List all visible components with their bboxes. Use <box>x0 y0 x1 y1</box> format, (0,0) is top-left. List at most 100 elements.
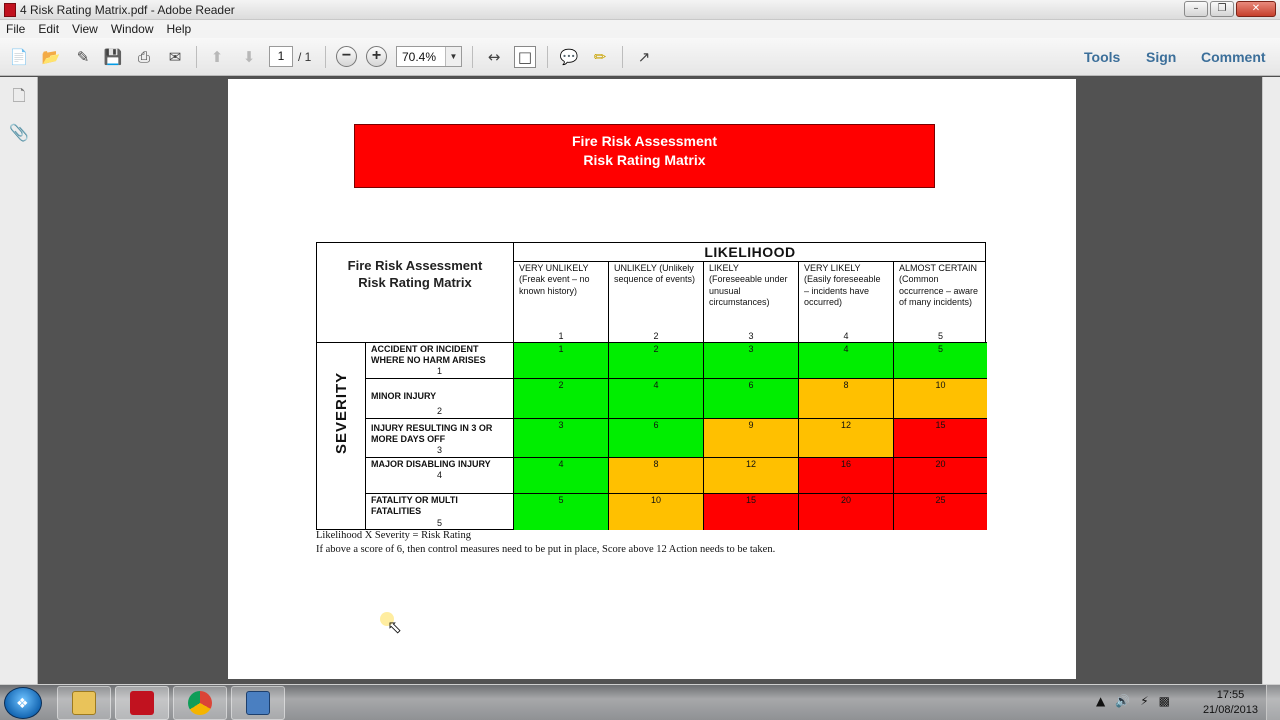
sticky-note-icon[interactable]: 💬 <box>558 46 580 68</box>
page-total: / 1 <box>298 50 312 64</box>
next-page-icon[interactable]: ⬇ <box>238 46 260 68</box>
navigation-pane: 🗋 📎 <box>0 77 38 684</box>
rating-cell: 20 <box>894 458 987 494</box>
page-number-input[interactable]: 1 <box>269 46 293 67</box>
menu-file[interactable]: File <box>6 22 25 36</box>
window-controls: – ❐ ✕ <box>1184 1 1276 17</box>
severity-num: 4 <box>436 470 442 480</box>
acrobat-icon <box>130 691 154 715</box>
adobe-reader-icon <box>4 3 16 17</box>
clock-date: 21/08/2013 <box>1202 704 1258 716</box>
fit-width-icon[interactable]: ↔ <box>483 46 505 68</box>
severity-num: 2 <box>436 406 442 416</box>
likelihood-label: UNLIKELY (Unlikely sequence of events) <box>614 263 696 285</box>
menu-bar: File Edit View Window Help <box>0 20 1280 38</box>
zoom-select[interactable]: 70.4% ▼ <box>396 46 462 67</box>
fit-page-icon[interactable]: □ <box>514 46 536 68</box>
likelihood-col-1: VERY UNLIKELY (Freak event – no known hi… <box>514 262 609 343</box>
menu-view[interactable]: View <box>72 22 98 36</box>
highlight-icon[interactable]: ✏ <box>589 46 611 68</box>
toolbar-separator <box>622 46 623 68</box>
sign-tab[interactable]: Sign <box>1146 49 1176 65</box>
rating-cell: 4 <box>609 379 704 419</box>
power-icon[interactable]: ⚡ <box>1140 694 1148 708</box>
start-button[interactable]: ❖ <box>4 687 42 719</box>
corner-line-1: Fire Risk Assessment <box>347 258 483 273</box>
minimize-button[interactable]: – <box>1184 1 1208 17</box>
taskbar-video-editor[interactable] <box>231 686 285 720</box>
rating-cell: 5 <box>894 343 987 379</box>
taskbar-explorer[interactable] <box>57 686 111 720</box>
likelihood-col-3: LIKELY (Foreseeable under unusual circum… <box>704 262 799 343</box>
severity-label: MINOR INJURY <box>371 391 437 401</box>
risk-matrix: Fire Risk Assessment Risk Rating Matrix … <box>316 242 987 530</box>
footnote-guidance: If above a score of 6, then control meas… <box>316 544 776 555</box>
toolbar-separator <box>325 46 326 68</box>
attachments-icon[interactable]: 📎 <box>9 123 29 145</box>
folder-icon <box>72 691 96 715</box>
vertical-scrollbar[interactable] <box>1262 77 1280 684</box>
show-desktop-button[interactable] <box>1266 685 1280 720</box>
menu-window[interactable]: Window <box>111 22 154 36</box>
likelihood-col-4: VERY LIKELY (Easily foreseeable – incide… <box>799 262 894 343</box>
menu-edit[interactable]: Edit <box>38 22 59 36</box>
volume-icon[interactable]: 🔊 <box>1115 694 1130 708</box>
film-icon <box>246 691 270 715</box>
likelihood-label: LIKELY (Foreseeable under unusual circum… <box>709 263 788 308</box>
taskbar-adobe-reader[interactable] <box>115 686 169 720</box>
rating-cell: 12 <box>704 458 799 494</box>
rating-cell: 16 <box>799 458 894 494</box>
footnote-formula: Likelihood X Severity = Risk Rating <box>316 530 471 541</box>
severity-header: SEVERITY <box>333 371 350 454</box>
likelihood-col-2: UNLIKELY (Unlikely sequence of events) 2 <box>609 262 704 343</box>
rating-cell: 9 <box>704 419 799 458</box>
rating-cell: 4 <box>514 458 609 494</box>
severity-row-2: MINOR INJURY 2 <box>366 379 514 419</box>
zoom-out-button[interactable]: − <box>336 46 357 67</box>
full-screen-icon[interactable]: ↗ <box>633 46 655 68</box>
taskbar: ❖ ▲ 🔊 ⚡ ▩ 17:55 21/08/2013 <box>0 684 1280 720</box>
pdf-page: Fire Risk Assessment Risk Rating Matrix … <box>228 79 1076 679</box>
rating-cell: 12 <box>799 419 894 458</box>
toolbar-separator <box>472 46 473 68</box>
likelihood-label: VERY LIKELY (Easily foreseeable – incide… <box>804 263 881 308</box>
zoom-in-button[interactable]: + <box>366 46 387 67</box>
email-icon[interactable]: ✉ <box>164 46 186 68</box>
save-icon[interactable]: 💾 <box>102 46 124 68</box>
severity-column: SEVERITY <box>317 343 366 530</box>
taskbar-chrome[interactable] <box>173 686 227 720</box>
network-icon[interactable]: ▩ <box>1159 694 1170 708</box>
menu-help[interactable]: Help <box>167 22 192 36</box>
severity-label: FATALITY OR MULTI FATALITIES <box>371 495 458 516</box>
comment-tab[interactable]: Comment <box>1201 49 1266 65</box>
create-pdf-icon[interactable]: 📄 <box>8 46 30 68</box>
edit-icon[interactable]: ✎ <box>72 46 94 68</box>
tools-tab[interactable]: Tools <box>1084 49 1120 65</box>
severity-row-5: FATALITY OR MULTI FATALITIES 5 <box>366 494 514 530</box>
rating-cell: 8 <box>609 458 704 494</box>
clock[interactable]: 17:55 21/08/2013 <box>1203 688 1258 718</box>
print-icon[interactable]: ⎙ <box>133 46 155 68</box>
severity-num: 1 <box>436 366 442 376</box>
corner-line-2: Risk Rating Matrix <box>358 275 472 290</box>
window-title: 4 Risk Rating Matrix.pdf - Adobe Reader <box>20 3 235 17</box>
severity-row-4: MAJOR DISABLING INJURY 4 <box>366 458 514 494</box>
chrome-icon <box>188 691 212 715</box>
rating-cell: 10 <box>894 379 987 419</box>
rating-cell: 25 <box>894 494 987 530</box>
page-thumbnails-icon[interactable]: 🗋 <box>9 85 29 107</box>
rating-cell: 4 <box>799 343 894 379</box>
rating-cell: 3 <box>514 419 609 458</box>
likelihood-header: LIKELIHOOD <box>514 243 986 262</box>
previous-page-icon[interactable]: ⬆ <box>206 46 228 68</box>
likelihood-col-5: ALMOST CERTAIN (Common occurrence – awar… <box>894 262 987 343</box>
rating-cell: 8 <box>799 379 894 419</box>
restore-button[interactable]: ❐ <box>1210 1 1234 17</box>
severity-label: MAJOR DISABLING INJURY <box>371 459 491 469</box>
chevron-down-icon[interactable]: ▼ <box>445 47 461 66</box>
close-button[interactable]: ✕ <box>1236 1 1276 17</box>
rating-cell: 5 <box>514 494 609 530</box>
open-file-icon[interactable]: 📂 <box>40 46 62 68</box>
zoom-value: 70.4% <box>402 50 437 64</box>
show-hidden-icons[interactable]: ▲ <box>1096 694 1105 708</box>
